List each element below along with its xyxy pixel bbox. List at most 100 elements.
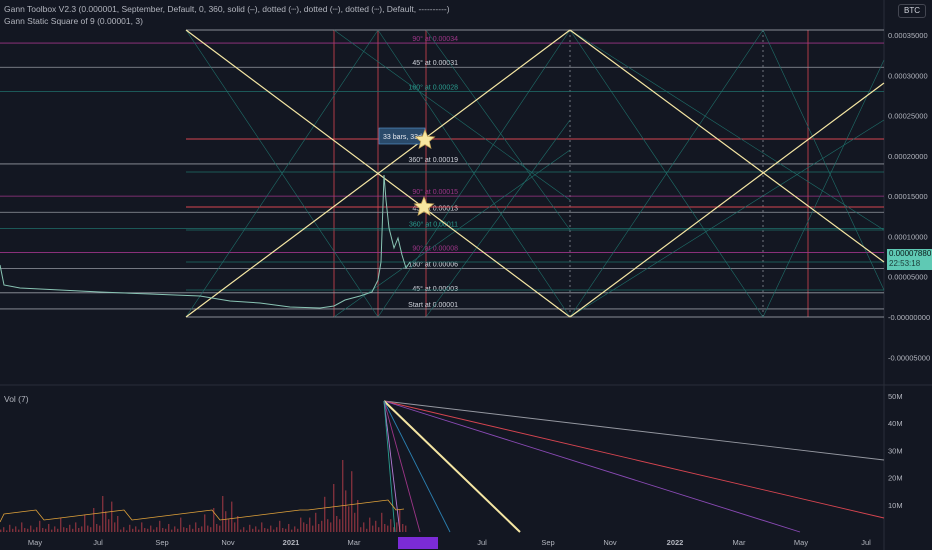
volume-bar [363, 522, 365, 532]
volume-bar [96, 524, 98, 532]
volume-bar [3, 527, 5, 532]
volume-bar [138, 529, 140, 532]
volume-bar [378, 527, 380, 532]
gann-level-label: 90° at 0.00008 [412, 245, 458, 253]
time-axis-tick: 2021 [283, 538, 300, 547]
gann-level-label: Start at 0.00001 [408, 302, 458, 309]
volume-bar [207, 525, 209, 532]
volume-bar [345, 490, 347, 532]
volume-bar [24, 528, 26, 532]
volume-bar [162, 528, 164, 532]
volume-bar [210, 527, 212, 532]
volume-bar [51, 529, 53, 532]
volume-bar [120, 529, 122, 532]
price-axis-tick: 0.00030000 [888, 71, 928, 80]
volume-bar [255, 526, 257, 532]
volume-bar [405, 525, 407, 532]
volume-bar [198, 528, 200, 532]
last-price-label: 0.00007880 22:53:18 [887, 249, 932, 270]
price-axis-tick: 0.00025000 [888, 112, 928, 121]
volume-bar [18, 529, 20, 532]
volume-bar [222, 496, 224, 532]
gann-fan-line [569, 119, 885, 318]
volume-bar [78, 528, 80, 532]
gann-fan-line [333, 29, 571, 201]
volume-bar [171, 529, 173, 532]
volume-bar [237, 516, 239, 532]
volume-bar [30, 525, 32, 532]
volume-bar [42, 528, 44, 532]
volume-bar [0, 529, 2, 532]
volume-bar [141, 522, 143, 532]
time-axis-tick: Nov [603, 538, 617, 547]
volume-bar [387, 525, 389, 532]
volume-bar [183, 527, 185, 532]
volume-bar [393, 527, 395, 532]
volume-bar [231, 501, 233, 532]
time-axis-tick: Mar [733, 538, 746, 547]
volume-bar [12, 528, 14, 532]
volume-bar [225, 511, 227, 532]
time-axis-tick: Sep [155, 538, 168, 547]
volume-bar [99, 525, 101, 532]
volume-bar [117, 516, 119, 532]
gann-level-label: 90° at 0.00034 [412, 35, 458, 43]
price-axis-tick: 0.00015000 [888, 192, 928, 201]
volume-bar [111, 501, 113, 532]
volume-bar [279, 520, 281, 532]
volume-bar [144, 528, 146, 532]
volume-bar [87, 525, 89, 532]
volume-bar [339, 519, 341, 532]
gann-level-label: 45° at 0.00003 [412, 285, 458, 293]
volume-bar [66, 528, 68, 532]
volume-bar [288, 524, 290, 532]
volume-bar [228, 519, 230, 532]
volume-bar [324, 496, 326, 532]
last-price-countdown: 22:53:18 [889, 259, 921, 268]
volume-bar [153, 529, 155, 532]
volume-bar [306, 524, 308, 532]
volume-bar [291, 529, 293, 532]
price-axis-tick: -0.00000000 [888, 313, 930, 322]
volume-bar [33, 529, 35, 532]
volume-bar [150, 525, 152, 532]
volume-fan-line [383, 400, 885, 461]
volume-bar [375, 520, 377, 532]
volume-bar [303, 522, 305, 532]
volume-bar [165, 528, 167, 532]
volume-bar [276, 527, 278, 532]
volume-bar [342, 460, 344, 532]
volume-axis-tick: 10M [888, 501, 903, 510]
volume-bar [9, 524, 11, 532]
volume-bar [60, 517, 62, 532]
last-price-value: 0.00007880 [889, 249, 932, 258]
volume-bar [315, 512, 317, 532]
volume-fan-line [383, 400, 401, 533]
chart-canvas[interactable]: 90° at 0.00034 45° at 0.00031 180° at 0.00… [0, 0, 932, 550]
volume-bar [15, 526, 17, 532]
volume-bar [69, 524, 71, 532]
volume-bar [123, 527, 125, 532]
volume-bar [270, 525, 272, 532]
volume-bar [108, 519, 110, 532]
volume-bar [384, 524, 386, 532]
volume-bar [285, 528, 287, 532]
time-axis-tick: May [794, 538, 808, 547]
volume-fan-line [383, 400, 885, 519]
volume-bar [390, 519, 392, 532]
volume-bar [174, 526, 176, 532]
time-axis-tick: Mar [348, 538, 361, 547]
volume-fan-line [383, 400, 801, 533]
volume-bar [252, 528, 254, 532]
volume-bar [57, 528, 59, 532]
volume-bar [102, 496, 104, 532]
volume-bar [399, 509, 401, 532]
volume-bar [396, 522, 398, 532]
volume-bar [180, 517, 182, 532]
currency-badge[interactable]: BTC [898, 4, 926, 18]
volume-bar [75, 522, 77, 532]
volume-bar [357, 500, 359, 532]
volume-bar [156, 527, 158, 532]
price-axis-tick: 0.00010000 [888, 232, 928, 241]
volume-bar [39, 520, 41, 532]
